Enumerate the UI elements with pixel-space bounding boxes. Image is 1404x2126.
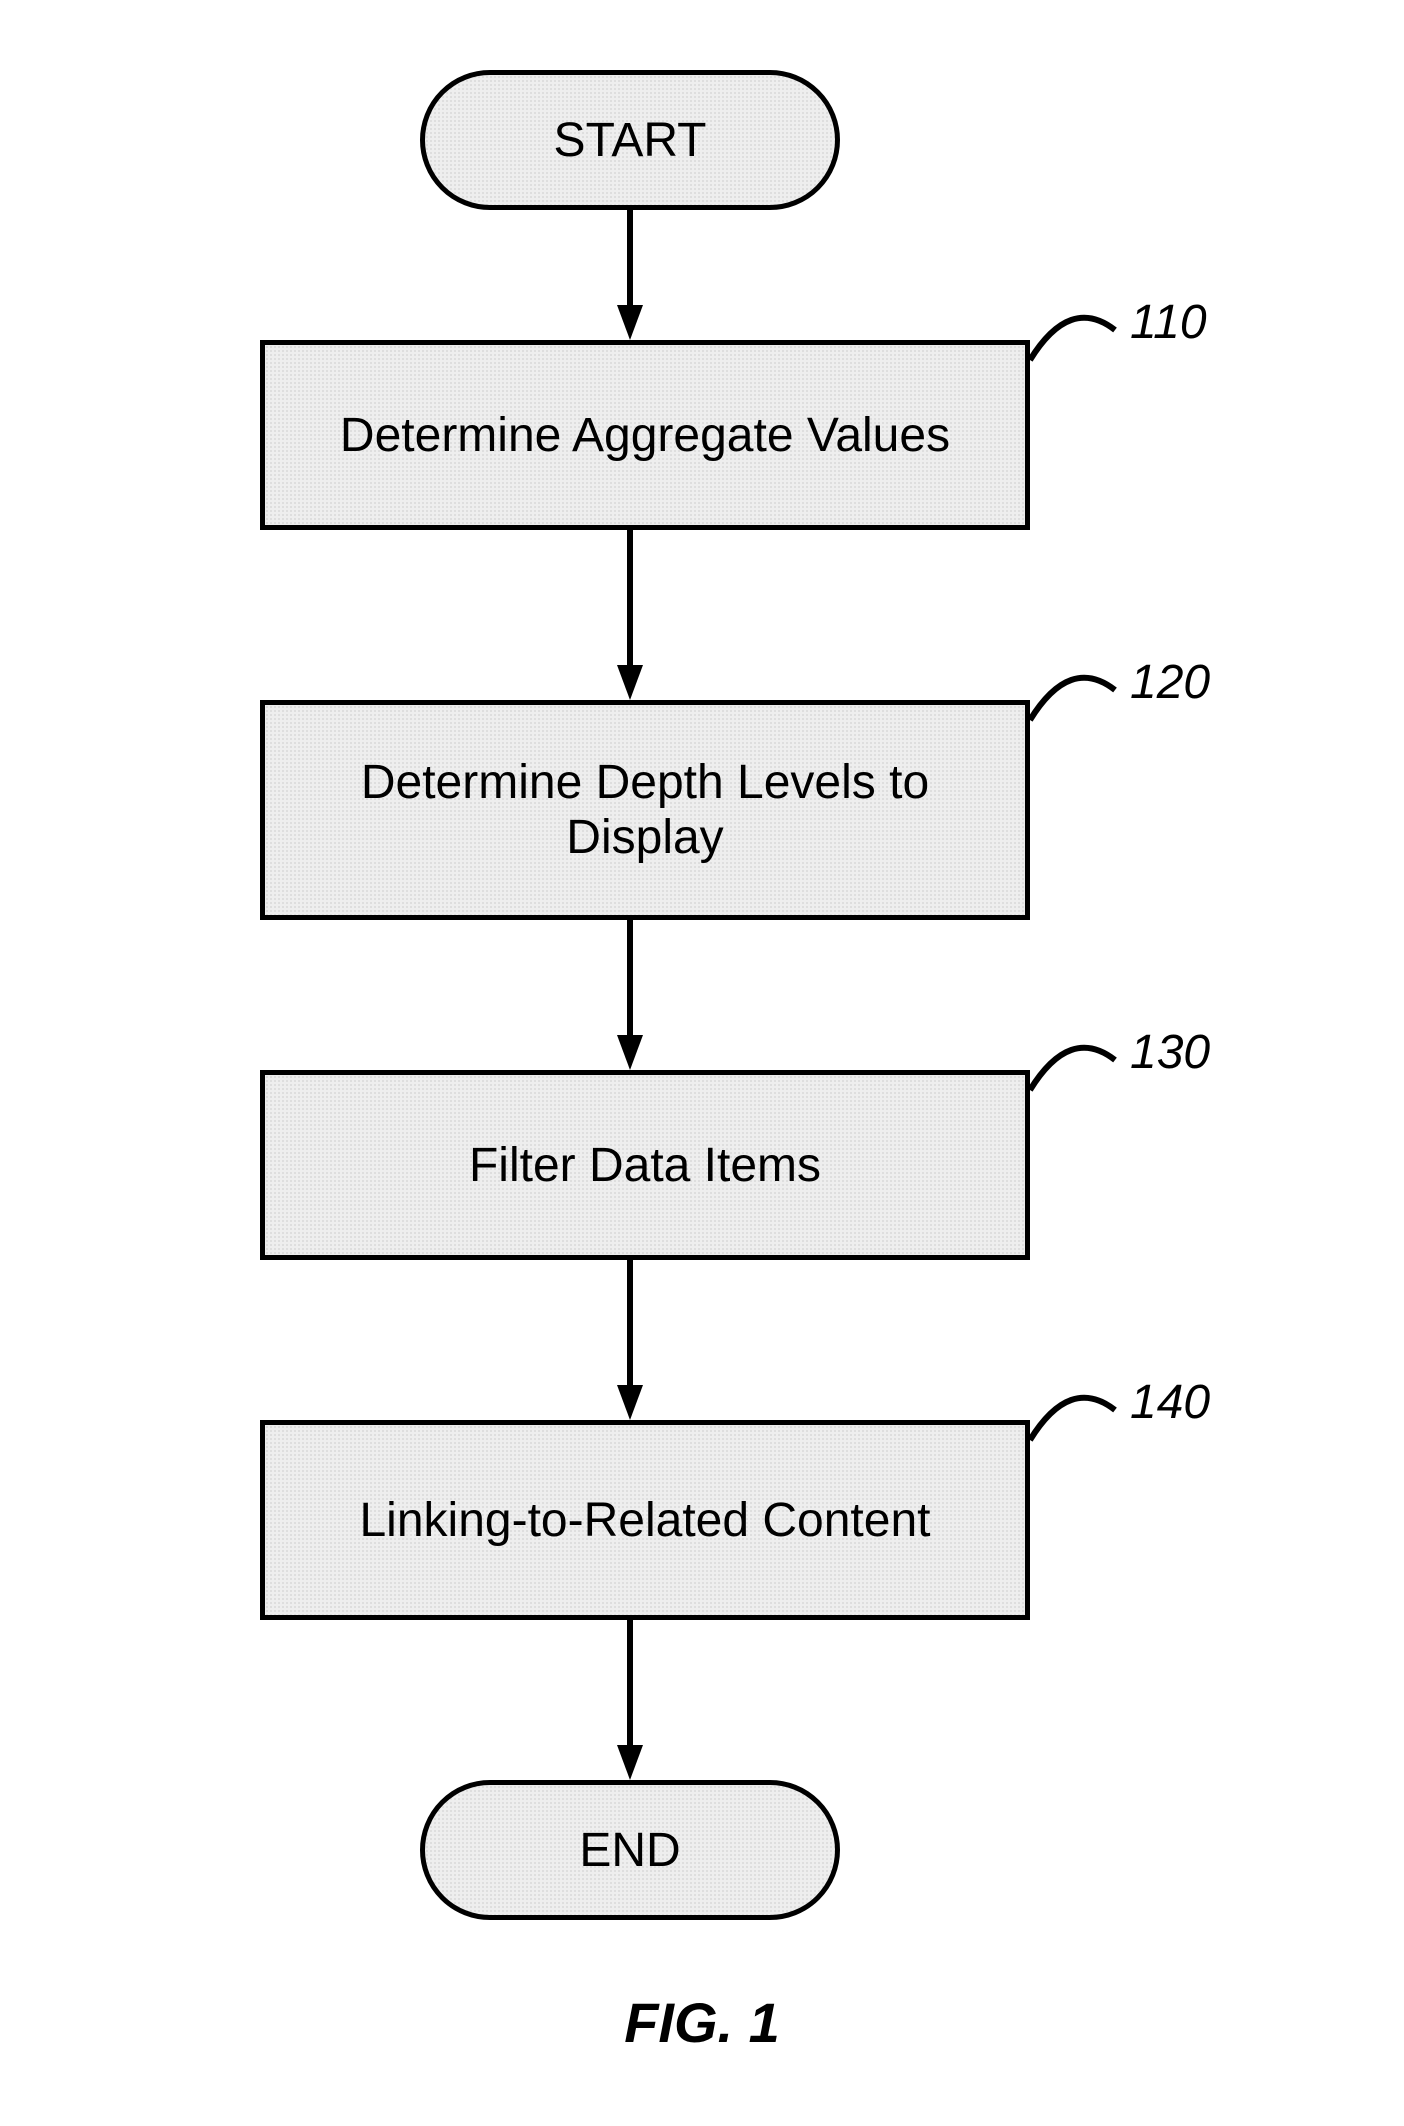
terminator-end-text: END — [579, 1823, 680, 1878]
figure-caption: FIG. 1 — [0, 1990, 1404, 2055]
callout-arc-120 — [1000, 660, 1120, 730]
callout-arc-130 — [1000, 1030, 1120, 1100]
process-130: Filter Data Items — [260, 1070, 1030, 1260]
process-130-text: Filter Data Items — [469, 1138, 821, 1193]
callout-arc-110 — [1000, 300, 1120, 370]
terminator-start: START — [420, 70, 840, 210]
process-140-label: 140 — [1130, 1375, 1210, 1430]
arrow — [617, 920, 643, 1070]
arrow — [617, 1620, 643, 1780]
process-140-text: Linking-to-Related Content — [359, 1493, 930, 1548]
arrow — [617, 210, 643, 340]
process-110-label: 110 — [1130, 295, 1207, 350]
process-110: Determine Aggregate Values — [260, 340, 1030, 530]
flowchart-canvas: START Determine Aggregate Values 110 Det… — [0, 0, 1404, 2126]
process-120: Determine Depth Levels to Display — [260, 700, 1030, 920]
process-110-text: Determine Aggregate Values — [340, 408, 950, 463]
terminator-end: END — [420, 1780, 840, 1920]
arrow — [617, 530, 643, 700]
callout-arc-140 — [1000, 1380, 1120, 1450]
process-120-text: Determine Depth Levels to Display — [295, 755, 995, 865]
terminator-start-text: START — [554, 113, 707, 168]
process-130-label: 130 — [1130, 1025, 1210, 1080]
arrow — [617, 1260, 643, 1420]
process-120-label: 120 — [1130, 655, 1210, 710]
process-140: Linking-to-Related Content — [260, 1420, 1030, 1620]
